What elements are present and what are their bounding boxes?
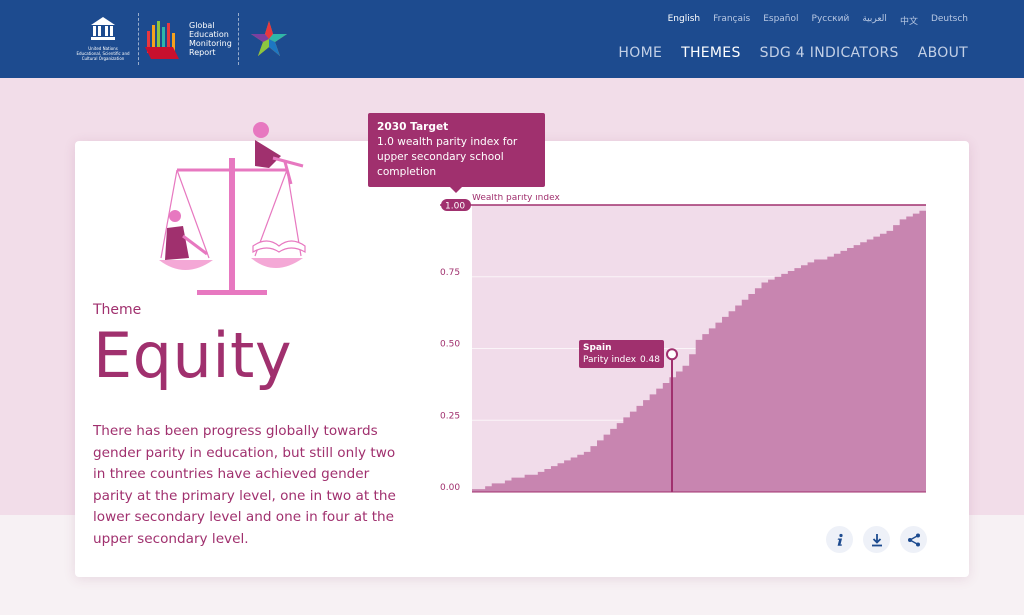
nav-themes[interactable]: THEMES (681, 45, 741, 61)
nav-home[interactable]: HOME (618, 45, 662, 61)
y-tick-label: 0.75 (440, 268, 460, 278)
logo-divider-2 (237, 13, 239, 65)
gem-report-name: Global Education Monitoring Report (189, 21, 232, 57)
lang-english[interactable]: English (668, 14, 701, 27)
country-tooltip-name: Spain (583, 343, 612, 353)
lang-arabic[interactable]: العربية (862, 14, 887, 27)
language-selector: English Français Español Русский العربية… (668, 14, 968, 27)
sdg-star-icon[interactable] (249, 19, 289, 59)
share-icon (907, 533, 920, 546)
unesco-logo[interactable]: United Nations Educational, Scientific a… (74, 13, 132, 65)
country-tooltip-metric: Parity index (583, 355, 637, 365)
download-icon (871, 533, 882, 546)
series-label: Wealth parity index (472, 194, 560, 203)
y-tick-label: 0.00 (440, 483, 460, 493)
top-navigation-bar: United Nations Educational, Scientific a… (0, 0, 1024, 78)
target-tooltip: 2030 Target 1.0 wealth parity index for … (368, 113, 545, 193)
lang-french[interactable]: Français (713, 14, 750, 27)
wealth-parity-chart: 0.75 0.50 0.25 0.00 1.00 Wealth parity index (440, 194, 926, 493)
lang-german[interactable]: Deutsch (931, 14, 968, 27)
main-nav: HOME THEMES SDG 4 INDICATORS ABOUT (618, 45, 968, 61)
lang-spanish[interactable]: Español (763, 14, 798, 27)
info-button[interactable] (826, 526, 853, 553)
info-icon (837, 533, 843, 546)
highlight-point (666, 348, 678, 361)
share-button[interactable] (900, 526, 927, 553)
theme-description: There has been progress globally towards… (93, 423, 396, 547)
logo-divider (138, 13, 139, 65)
target-tooltip-title: 2030 Target (377, 121, 449, 133)
nav-sdg4-indicators[interactable]: SDG 4 INDICATORS (760, 45, 899, 61)
gem-report-logo[interactable]: Global Education Monitoring Report (145, 17, 232, 61)
y-tick-label: 0.50 (440, 340, 460, 350)
theme-title: Equity (93, 319, 293, 392)
lang-chinese[interactable]: 中文 (900, 14, 918, 27)
logo-group: United Nations Educational, Scientific a… (74, 10, 289, 68)
y-tick-label: 0.25 (440, 411, 460, 421)
unesco-temple-icon (91, 17, 115, 40)
chart-actions (826, 526, 927, 553)
unesco-org-name: United Nations Educational, Scientific a… (76, 46, 130, 61)
target-value-label: 1.00 (445, 202, 465, 212)
nav-about[interactable]: ABOUT (918, 45, 968, 61)
country-tooltip: Spain Parity index 0.48 (579, 340, 664, 368)
country-tooltip-value: 0.48 (639, 355, 660, 365)
download-button[interactable] (863, 526, 890, 553)
lang-russian[interactable]: Русский (812, 14, 850, 27)
gem-bars-icon (145, 21, 179, 59)
theme-label: Theme (93, 302, 142, 318)
equity-scale-illustration (159, 122, 306, 295)
target-tooltip-body: 1.0 wealth parity index for upper second… (377, 136, 518, 178)
